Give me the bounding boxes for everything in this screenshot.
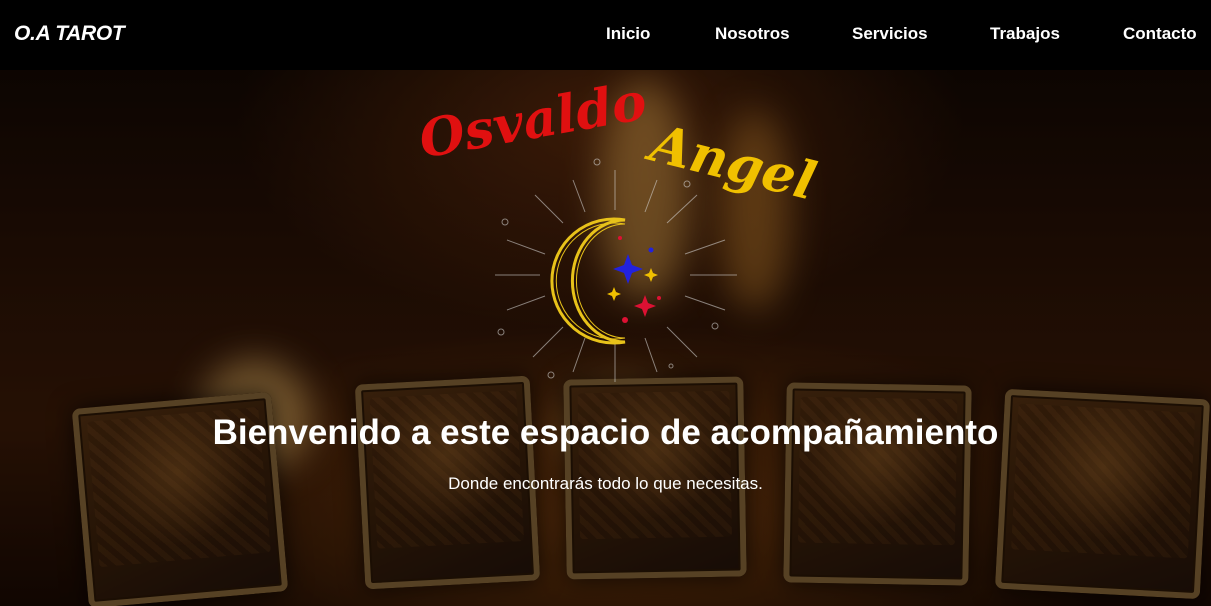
hero-subheading: Donde encontrarás todo lo que necesitas. — [448, 474, 763, 493]
moon-emblem-icon — [495, 158, 737, 382]
star-icon — [607, 236, 661, 323]
nav-link-servicios[interactable]: Servicios — [852, 24, 928, 44]
top-navbar: O.A TAROT Inicio Nosotros Servicios Trab… — [0, 0, 1211, 70]
nav-link-inicio[interactable]: Inicio — [606, 24, 650, 44]
brand-logo[interactable]: O.A TAROT — [14, 22, 125, 46]
nav-link-nosotros[interactable]: Nosotros — [715, 24, 790, 44]
nav-link-contacto[interactable]: Contacto — [1123, 24, 1197, 44]
hero-heading: Bienvenido a este espacio de acompañamie… — [212, 413, 999, 452]
nav-link-trabajos[interactable]: Trabajos — [990, 24, 1060, 44]
